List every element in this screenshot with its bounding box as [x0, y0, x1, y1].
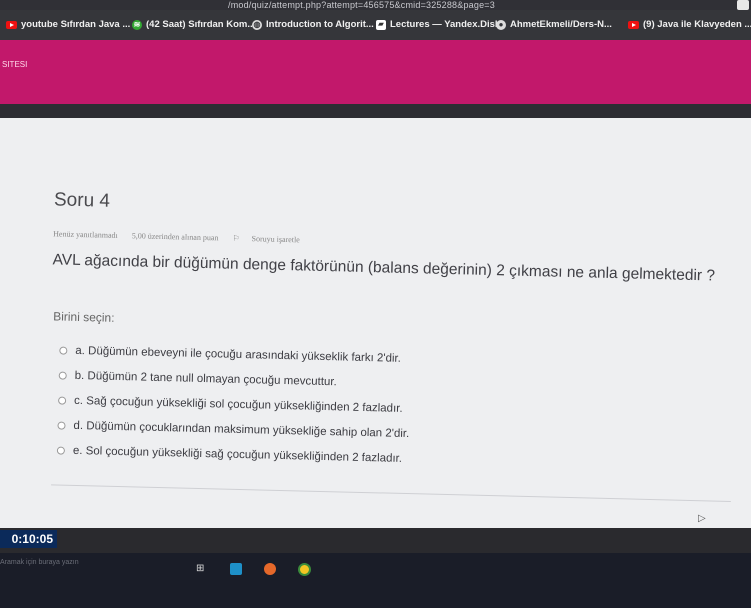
bookmark-label: youtube Sıfırdan Java ...: [21, 19, 131, 30]
header-divider: [0, 104, 751, 118]
question-divider: [51, 484, 731, 502]
bookmark-label: (9) Java ile Klavyeden ...: [643, 19, 751, 30]
bookmark-label: (42 Saat) Sıfırdan Kom...: [146, 19, 256, 30]
youtube-icon: [6, 20, 17, 29]
mouse-cursor-icon: ▷: [698, 513, 706, 524]
bookmark-youtube-java[interactable]: youtube Sıfırdan Java ...: [6, 19, 130, 30]
question-status: Henüz yanıtlanmadı: [53, 229, 118, 240]
radio-button[interactable]: [59, 346, 68, 355]
flag-label: Soruyu işaretle: [251, 234, 300, 245]
quiz-timer: 0:10:05: [0, 530, 57, 548]
yandex-disk-icon: ▰: [376, 19, 386, 30]
taskbar: Aramak için buraya yazın ⊞: [0, 553, 751, 608]
answer-label[interactable]: d. Düğümün çocuklarından maksimum yüksek…: [73, 419, 409, 439]
flag-question-link[interactable]: ⚐ Soruyu işaretle: [232, 234, 312, 245]
bookmark-kom[interactable]: ≋ (42 Saat) Sıfırdan Kom...: [132, 19, 255, 30]
taskbar-search[interactable]: Aramak için buraya yazın: [0, 559, 79, 566]
question-info: Henüz yanıtlanmadı 5,00 üzerinden alınan…: [53, 229, 324, 245]
radio-button[interactable]: [57, 420, 66, 430]
url-text[interactable]: /mod/quiz/attempt.php?attempt=456575&cmi…: [228, 0, 495, 10]
radio-button[interactable]: [58, 371, 67, 380]
site-header: SITESI: [0, 40, 751, 104]
bookmarks-bar: youtube Sıfırdan Java ... ≋ (42 Saat) Sı…: [0, 10, 751, 40]
answer-label[interactable]: b. Düğümün 2 tane null olmayan çocuğu me…: [75, 369, 337, 387]
bookmark-java-klavye[interactable]: (9) Java ile Klavyeden ...: [628, 19, 751, 30]
answer-list: a. Düğümün ebeveyni ile çocuğu arasındak…: [56, 338, 412, 472]
task-view-icon[interactable]: ⊞: [196, 563, 208, 575]
github-icon: ●: [496, 19, 506, 30]
question-content: Soru 4 Henüz yanıtlanmadı 5,00 üzerinden…: [0, 118, 751, 546]
chrome-icon[interactable]: [298, 563, 311, 576]
bookmark-label: Lectures — Yandex.Disk: [390, 19, 501, 30]
firefox-icon[interactable]: [264, 563, 276, 575]
site-brand[interactable]: SITESI: [2, 60, 27, 69]
quiz-page: Soru 4 Henüz yanıtlanmadı 5,00 üzerinden…: [0, 118, 751, 528]
flag-icon: ⚐: [232, 233, 240, 243]
question-text: AVL ağacında bir düğümün denge faktörünü…: [52, 251, 716, 285]
question-title: Soru 4: [53, 189, 111, 212]
bookmark-algorithms[interactable]: ◍ Introduction to Algorit...: [252, 19, 374, 30]
address-bar[interactable]: /mod/quiz/attempt.php?attempt=456575&cmi…: [0, 0, 751, 10]
answer-label[interactable]: a. Düğümün ebeveyni ile çocuğu arasındak…: [75, 344, 401, 364]
bookmark-yandex-disk[interactable]: ▰ Lectures — Yandex.Disk: [376, 19, 500, 30]
globe-icon: ◍: [252, 19, 262, 30]
answer-label[interactable]: e. Sol çocuğun yüksekliği sağ çocuğun yü…: [73, 444, 402, 464]
bookmark-github[interactable]: ● AhmetEkmeli/Ders-N...: [496, 19, 612, 30]
bookmark-label: Introduction to Algorit...: [266, 19, 374, 30]
bookmark-label: AhmetEkmeli/Ders-N...: [510, 19, 612, 30]
sound-wave-icon: ≋: [132, 19, 142, 30]
choose-label: Birini seçin:: [52, 309, 115, 325]
question-points: 5,00 üzerinden alınan puan: [131, 231, 219, 243]
answer-label[interactable]: c. Sağ çocuğun yüksekliği sol çocuğun yü…: [74, 394, 403, 414]
extension-icon[interactable]: [737, 0, 749, 10]
store-icon[interactable]: [230, 563, 242, 575]
radio-button[interactable]: [56, 445, 66, 455]
radio-button[interactable]: [58, 396, 67, 405]
youtube-icon: [628, 20, 639, 29]
